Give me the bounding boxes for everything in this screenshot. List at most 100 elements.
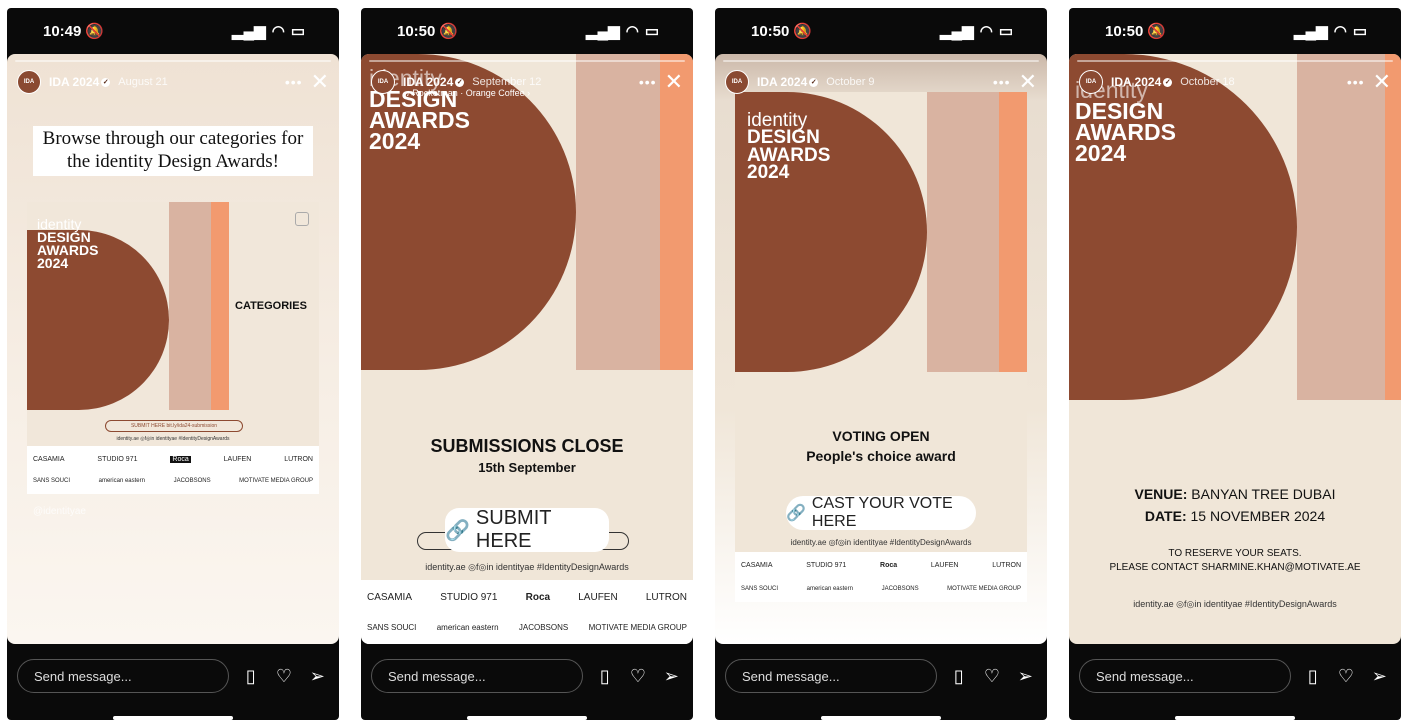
status-bar: 10:49 🔕 ▂▄▆ ◠ ▭ (7, 8, 339, 54)
home-indicator (821, 716, 941, 720)
phone-screen-3: 10:50 🔕 ▂▄▆ ◠ ▭ identity DESIGN AWARDS 2024… (715, 8, 1047, 720)
sponsor-logo: MOTIVATE MEDIA GROUP (239, 478, 313, 485)
music-attribution[interactable]: ♫ Rocketman · Orange Coffee › (403, 88, 530, 98)
brand-band (576, 54, 660, 370)
verified-icon: ✓ (1163, 78, 1173, 88)
sponsor-logo: SANS SOUCI (741, 585, 779, 592)
avatar[interactable]: IDA (371, 70, 395, 94)
brand-band-accent (1385, 54, 1401, 400)
heart-icon[interactable]: ♡ (1334, 666, 1357, 687)
avatar[interactable]: IDA (1079, 70, 1103, 94)
submit-link[interactable]: SUBMIT HERE bit.ly/ida24-submission (105, 420, 243, 432)
signal-icon: ▂▄▆ (940, 23, 974, 40)
status-bar: 10:50 🔕 ▂▄▆ ◠ ▭ (1069, 8, 1401, 54)
silent-bell-icon: 🔕 (85, 23, 105, 40)
social-handles: identity.ae ◎f◎in identityae #IdentityDe… (790, 538, 972, 547)
battery-icon: ▭ (290, 23, 305, 40)
contact-text: PLEASE CONTACT SHARMINE.KHAN@MOTIVATE.AE (1109, 562, 1361, 573)
share-icon[interactable]: ➢ (660, 666, 683, 687)
progress-bar (1077, 60, 1393, 62)
close-icon[interactable]: ✕ (1373, 71, 1391, 93)
phone-screen-2: 10:50 🔕 ▂▄▆ ◠ ▭ IDA IDA 2024 ✓ September 12 … (361, 8, 693, 720)
reply-bar: Send message... ▯ ♡ ➢ (17, 658, 329, 694)
clock: 10:50 (751, 22, 790, 40)
sticker-icon[interactable]: ▯ (593, 666, 616, 687)
shared-post-card[interactable]: identity DESIGN AWARDS 2024 CATEGORIES S… (27, 202, 319, 494)
story-header: IDA IDA 2024 ✓ October 18 ••• ✕ (1079, 68, 1391, 96)
signal-icon: ▂▄▆ (1294, 23, 1328, 40)
sponsor-logo: Roca (525, 592, 551, 603)
subline: 15th September (478, 460, 576, 475)
heart-icon[interactable]: ♡ (272, 666, 295, 687)
link-icon: 🔗 (445, 519, 470, 542)
username[interactable]: IDA 2024 (757, 75, 807, 89)
sponsor-logo: LAUFEN (223, 455, 252, 463)
sticker-icon[interactable]: ▯ (1301, 666, 1324, 687)
wifi-icon: ◠ (625, 23, 639, 40)
sponsor-logo: JACOBSONS (173, 478, 211, 485)
more-icon[interactable]: ••• (993, 74, 1011, 90)
username[interactable]: IDA 2024 (49, 75, 99, 89)
ida-logo: identity DESIGN AWARDS 2024 (747, 110, 831, 184)
avatar[interactable]: IDA (725, 70, 749, 94)
clock: 10:49 (43, 22, 82, 40)
close-icon[interactable]: ✕ (1019, 71, 1037, 93)
status-bar: 10:50 🔕 ▂▄▆ ◠ ▭ (715, 8, 1047, 54)
username[interactable]: IDA 2024 (1111, 75, 1161, 89)
sponsor-logo: STUDIO 971 (440, 592, 498, 603)
clock: 10:50 (397, 22, 436, 40)
avatar[interactable]: IDA (17, 70, 41, 94)
sticker-icon[interactable]: ▯ (239, 666, 262, 687)
cast-vote-button[interactable]: 🔗 CAST YOUR VOTE HERE (786, 495, 976, 530)
brand-band (927, 92, 999, 372)
story-frame[interactable]: IDA IDA 2024 ✓ October 18 ••• ✕ identity … (1069, 54, 1401, 644)
story-frame[interactable]: identity DESIGN AWARDS 2024 VOTING OPEN … (715, 54, 1047, 644)
sponsor-logo: MOTIVATE MEDIA GROUP (588, 623, 687, 632)
venue-line: VENUE: BANYAN TREE DUBAI (1134, 486, 1336, 502)
share-icon[interactable]: ➢ (1014, 666, 1037, 687)
reply-bar: Send message... ▯ ♡ ➢ (371, 658, 683, 694)
home-indicator (113, 716, 233, 720)
sponsor-logo: CASAMIA (741, 562, 773, 570)
brand-band (1297, 54, 1385, 400)
sticker-icon[interactable]: ▯ (947, 666, 970, 687)
progress-bar (369, 60, 685, 62)
more-icon[interactable]: ••• (285, 74, 303, 90)
send-message-input[interactable]: Send message... (725, 659, 937, 693)
close-icon[interactable]: ✕ (311, 71, 329, 93)
silent-bell-icon: 🔕 (793, 23, 813, 40)
wifi-icon: ◠ (979, 23, 993, 40)
categories-label: CATEGORIES (235, 300, 307, 312)
username[interactable]: IDA 2024 (403, 75, 453, 89)
sponsor-logo: JACOBSONS (881, 585, 919, 592)
story-frame[interactable]: IDA IDA 2024 ✓ August 21 ••• ✕ Browse thr… (7, 54, 339, 644)
brand-band-accent (660, 54, 693, 370)
send-message-input[interactable]: Send message... (1079, 659, 1291, 693)
silent-bell-icon: 🔕 (1147, 23, 1167, 40)
send-message-input[interactable]: Send message... (17, 659, 229, 693)
battery-icon: ▭ (1352, 23, 1367, 40)
share-icon[interactable]: ➢ (306, 666, 329, 687)
verified-icon: ✓ (809, 78, 819, 88)
send-message-input[interactable]: Send message... (371, 659, 583, 693)
sponsor-strip: CASAMIA STUDIO 971 Roca LAUFEN LUTRON SANS S… (735, 552, 1027, 602)
progress-bar (15, 60, 331, 62)
ida-logo: identity DESIGN AWARDS 2024 (37, 216, 99, 271)
select-checkbox-icon[interactable] (295, 212, 309, 226)
sponsor-logo: Roca (880, 562, 898, 570)
sponsor-logo: LAUFEN (930, 562, 959, 570)
social-handles: identity.ae ◎f◎in identityae #IdentityDe… (425, 562, 629, 572)
more-icon[interactable]: ••• (1347, 74, 1365, 90)
story-frame[interactable]: IDA IDA 2024 ✓ September 12 ••• ✕ ♫ Rocke… (361, 54, 693, 644)
close-icon[interactable]: ✕ (665, 71, 683, 93)
heart-icon[interactable]: ♡ (980, 666, 1003, 687)
sponsor-logo: LUTRON (284, 455, 313, 463)
share-icon[interactable]: ➢ (1368, 666, 1391, 687)
sponsor-logo: LAUFEN (578, 592, 618, 603)
link-icon: 🔗 (786, 505, 806, 522)
heart-icon[interactable]: ♡ (626, 666, 649, 687)
submit-here-button[interactable]: 🔗 SUBMIT HERE (445, 507, 609, 552)
story-header: IDA IDA 2024 ✓ October 9 ••• ✕ (725, 68, 1037, 96)
sponsor-strip: CASAMIA STUDIO 971 Roca LAUFEN LUTRON SANS S… (27, 446, 319, 494)
more-icon[interactable]: ••• (639, 74, 657, 90)
